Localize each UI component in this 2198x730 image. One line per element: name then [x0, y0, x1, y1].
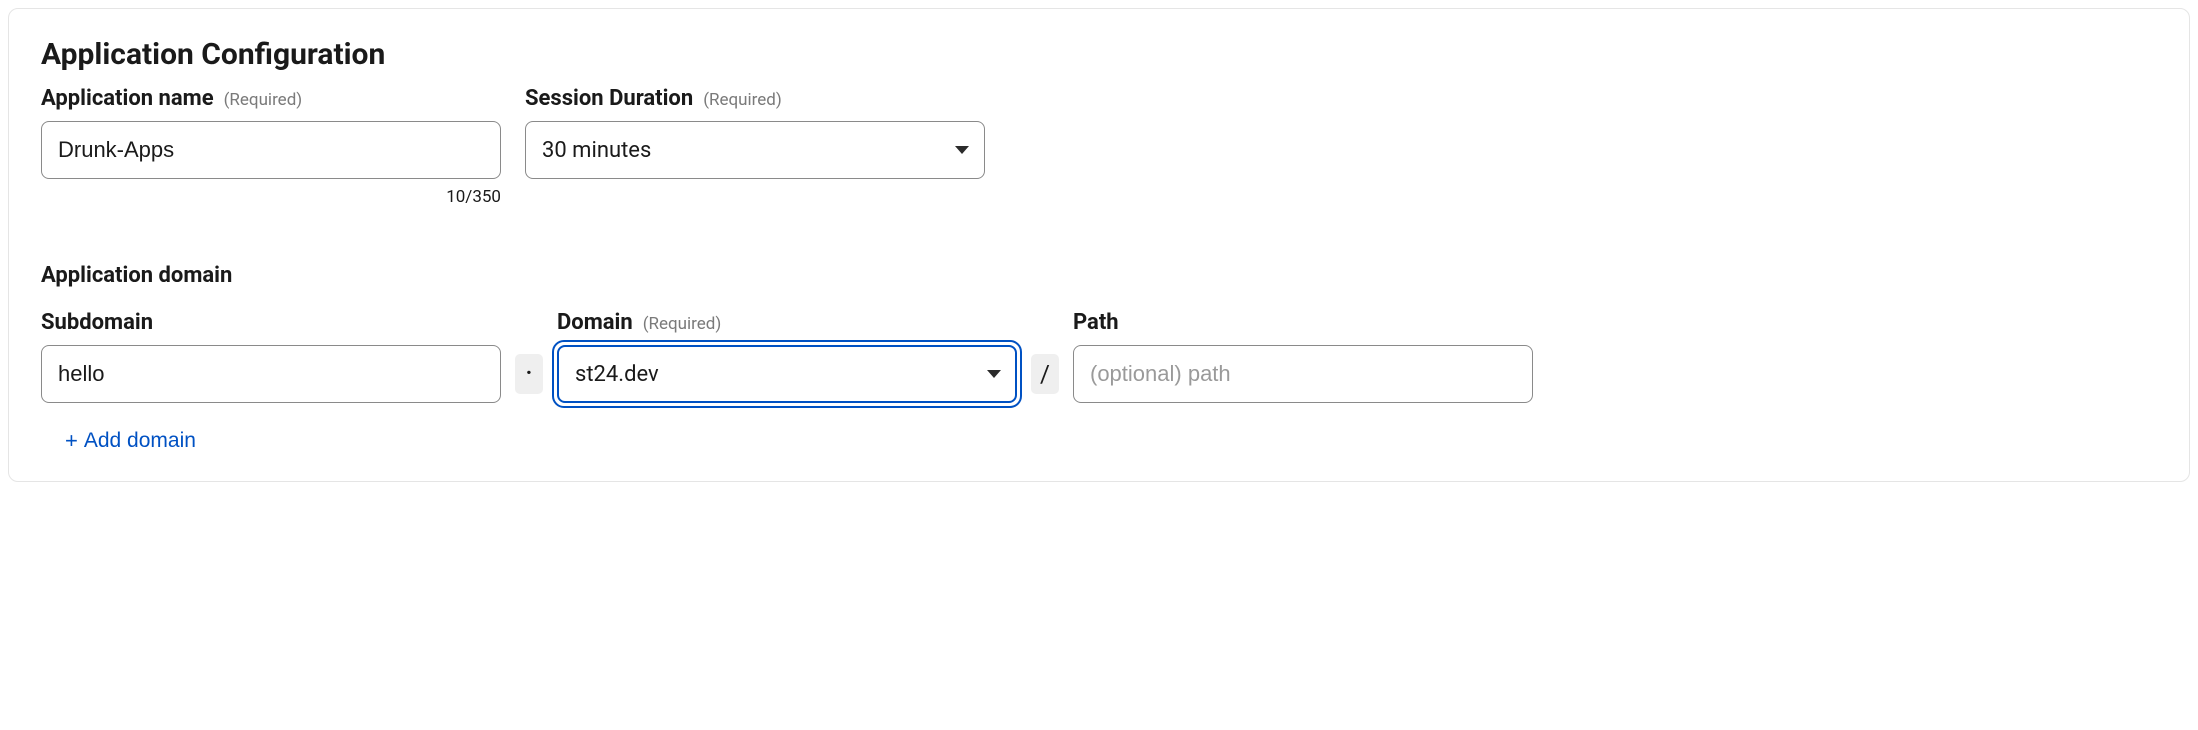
add-domain-label: Add domain: [84, 429, 196, 453]
subdomain-label: Subdomain: [41, 310, 153, 335]
plus-icon: +: [65, 430, 78, 452]
top-fields-row: Application name (Required) 10/350 Sessi…: [41, 86, 2157, 207]
add-domain-button[interactable]: + Add domain: [65, 429, 196, 453]
application-name-label: Application name: [41, 86, 214, 111]
application-name-counter: 10/350: [41, 187, 501, 207]
domain-required: (Required): [643, 314, 722, 334]
domain-select[interactable]: st24.dev: [557, 345, 1017, 403]
slash-icon: /: [1040, 362, 1050, 386]
configuration-panel: Application Configuration Application na…: [8, 8, 2190, 482]
section-title: Application Configuration: [41, 37, 2157, 72]
session-duration-label: Session Duration: [525, 86, 693, 111]
domain-row: Subdomain · Domain (Required) st24.dev /: [41, 310, 2157, 403]
application-name-required: (Required): [224, 90, 303, 110]
domain-select-wrap: st24.dev: [557, 345, 1017, 403]
session-duration-select[interactable]: 30 minutes: [525, 121, 985, 179]
session-duration-value: 30 minutes: [542, 138, 651, 163]
path-label: Path: [1073, 310, 1119, 335]
domain-label: Domain: [557, 310, 633, 335]
dot-icon: ·: [526, 363, 533, 385]
path-label-row: Path: [1073, 310, 1533, 335]
application-domain-title: Application domain: [41, 263, 2157, 288]
subdomain-field: Subdomain: [41, 310, 501, 403]
slash-separator: /: [1031, 354, 1059, 394]
session-duration-label-row: Session Duration (Required): [525, 86, 985, 111]
session-duration-field: Session Duration (Required) 30 minutes: [525, 86, 985, 179]
session-duration-select-wrap: 30 minutes: [525, 121, 985, 179]
domain-value: st24.dev: [575, 362, 659, 387]
domain-field: Domain (Required) st24.dev: [557, 310, 1017, 403]
application-name-input[interactable]: [41, 121, 501, 179]
dot-separator: ·: [515, 354, 543, 394]
subdomain-label-row: Subdomain: [41, 310, 501, 335]
application-name-field: Application name (Required) 10/350: [41, 86, 501, 207]
application-name-label-row: Application name (Required): [41, 86, 501, 111]
domain-label-row: Domain (Required): [557, 310, 1017, 335]
session-duration-required: (Required): [703, 90, 782, 110]
subdomain-input[interactable]: [41, 345, 501, 403]
path-field: Path: [1073, 310, 1533, 403]
path-input[interactable]: [1073, 345, 1533, 403]
